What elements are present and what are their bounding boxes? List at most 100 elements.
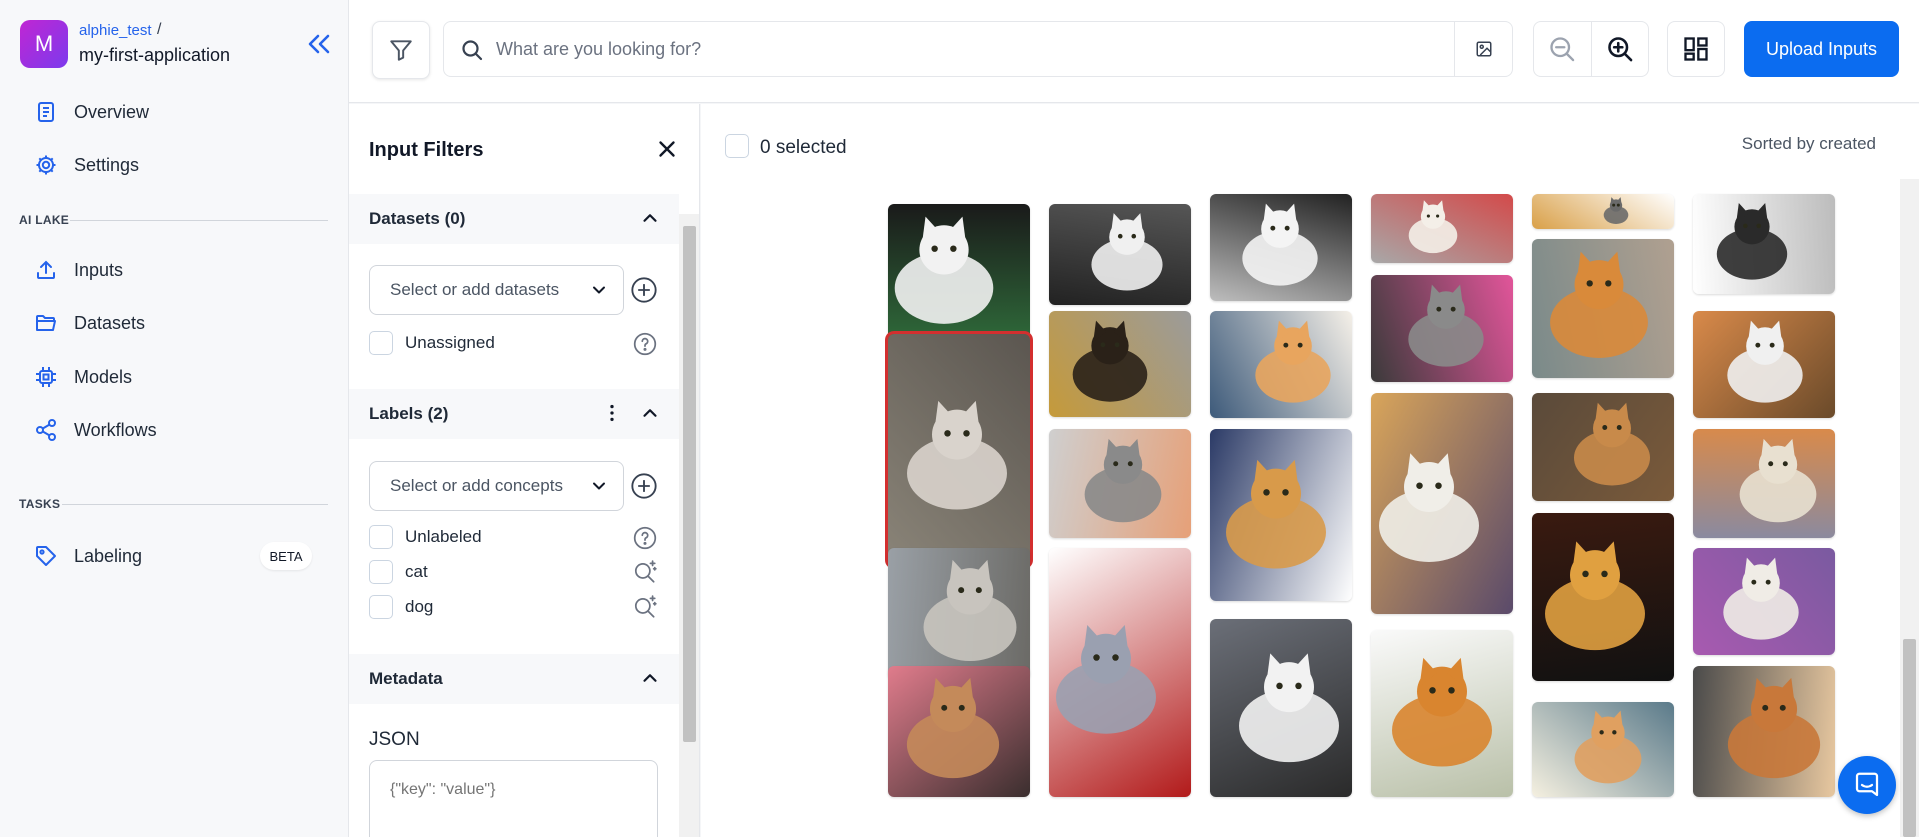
scrollbar-thumb[interactable] (683, 226, 696, 742)
cat-photo-icon (1716, 203, 1788, 280)
input-thumbnail[interactable] (1532, 393, 1674, 501)
zoom-in-button[interactable] (1592, 22, 1649, 76)
scrollbar-thumb[interactable] (1903, 639, 1916, 837)
input-thumbnail[interactable] (1532, 702, 1674, 797)
input-thumbnail[interactable] (1371, 393, 1513, 614)
input-thumbnail[interactable] (1049, 429, 1191, 538)
nav-settings[interactable]: Settings (34, 149, 139, 181)
nav-datasets[interactable]: Datasets (34, 307, 145, 339)
input-thumbnail[interactable] (1049, 311, 1191, 417)
document-icon (34, 100, 58, 124)
add-dataset-button[interactable] (630, 276, 658, 304)
cat-photo-icon (1727, 677, 1821, 779)
input-thumbnail[interactable] (1210, 194, 1352, 301)
nav-workflows[interactable]: Workflows (34, 414, 157, 446)
checkbox-label: cat (405, 562, 428, 581)
input-thumbnail[interactable] (1371, 630, 1513, 797)
help-icon[interactable] (632, 525, 658, 551)
input-thumbnail[interactable] (888, 666, 1030, 797)
nav-models[interactable]: Models (34, 361, 132, 393)
input-thumbnail[interactable] (885, 331, 1033, 569)
select-all-checkbox[interactable] (725, 134, 749, 158)
checkbox[interactable] (369, 331, 393, 355)
section-divider (62, 504, 328, 505)
labels-section-header[interactable]: Labels (2) (349, 389, 679, 439)
nav-label: Inputs (74, 259, 124, 280)
input-thumbnail[interactable] (1693, 429, 1835, 538)
image-search-button[interactable] (1454, 22, 1512, 76)
close-icon[interactable] (654, 136, 680, 162)
cat-checkbox[interactable]: cat (369, 560, 428, 584)
magic-search-icon[interactable] (632, 559, 658, 585)
upload-inputs-button[interactable]: Upload Inputs (1744, 21, 1899, 77)
nav-inputs[interactable]: Inputs (34, 254, 123, 286)
add-concept-button[interactable] (630, 472, 658, 500)
metadata-section-header[interactable]: Metadata (349, 654, 679, 704)
nav-overview[interactable]: Overview (34, 96, 149, 128)
support-chat-button[interactable] (1838, 756, 1896, 814)
cat-photo-icon (1242, 203, 1318, 286)
section-tasks: TASKS (19, 497, 61, 511)
search-input[interactable] (496, 30, 1426, 68)
chevron-up-icon[interactable] (639, 667, 661, 689)
image-icon (1475, 40, 1493, 58)
cat-photo-icon (1072, 320, 1148, 402)
dataset-select[interactable]: Select or add datasets (369, 265, 624, 315)
input-thumbnail[interactable] (1371, 194, 1513, 263)
datasets-section-header[interactable]: Datasets (0) (349, 194, 679, 244)
input-thumbnail[interactable] (1049, 548, 1191, 797)
sidebar: M alphie_test / my-first-application Ove… (0, 0, 349, 837)
input-thumbnail[interactable] (1532, 513, 1674, 681)
top-toolbar: Upload Inputs (349, 0, 1919, 103)
cat-photo-icon (1573, 402, 1651, 486)
checkbox-label: dog (405, 597, 434, 616)
cat-photo-icon (1603, 197, 1629, 224)
nav-labeling[interactable]: Labeling (34, 540, 142, 572)
input-thumbnail[interactable] (1693, 311, 1835, 418)
input-thumbnail[interactable] (1693, 666, 1835, 797)
sort-indicator[interactable]: Sorted by created (1742, 134, 1876, 154)
cat-photo-icon (906, 677, 1000, 779)
checkbox[interactable] (369, 560, 393, 584)
gear-icon (34, 153, 58, 177)
chevron-up-icon[interactable] (639, 207, 661, 229)
input-thumbnail[interactable] (1693, 548, 1835, 655)
input-thumbnail[interactable] (1210, 429, 1352, 601)
magic-search-icon[interactable] (632, 594, 658, 620)
input-thumbnail[interactable] (1210, 311, 1352, 418)
layout-toggle-button[interactable] (1667, 21, 1725, 77)
checkbox[interactable] (369, 595, 393, 619)
input-thumbnail[interactable] (888, 204, 1030, 344)
input-thumbnail[interactable] (1532, 239, 1674, 378)
concept-select[interactable]: Select or add concepts (369, 461, 624, 511)
cat-photo-icon (1550, 251, 1648, 358)
zoom-out-button[interactable] (1534, 22, 1592, 76)
username-link[interactable]: alphie_test (79, 22, 152, 39)
gallery-scrollbar[interactable] (1900, 179, 1919, 837)
input-thumbnail[interactable] (1693, 194, 1835, 294)
unlabeled-checkbox[interactable]: Unlabeled (369, 525, 482, 549)
metadata-json-input[interactable] (369, 760, 658, 837)
input-thumbnail[interactable] (888, 548, 1030, 680)
input-thumbnail[interactable] (1532, 194, 1674, 229)
unassigned-checkbox[interactable]: Unassigned (369, 331, 495, 355)
chevron-up-icon[interactable] (639, 402, 661, 424)
nav-label: Labeling (74, 545, 143, 566)
help-icon[interactable] (632, 331, 658, 357)
checkbox[interactable] (369, 525, 393, 549)
checkbox-label: Unassigned (405, 333, 495, 352)
select-placeholder: Select or add concepts (390, 476, 563, 495)
cat-photo-icon (1739, 438, 1817, 523)
input-thumbnail[interactable] (1210, 619, 1352, 797)
app-avatar[interactable]: M (20, 20, 68, 68)
filter-toggle-button[interactable] (372, 21, 430, 79)
collapse-sidebar-icon[interactable] (304, 30, 334, 58)
search-icon (460, 38, 484, 62)
more-options-icon[interactable] (601, 402, 623, 424)
input-thumbnail[interactable] (1371, 275, 1513, 382)
input-thumbnail[interactable] (1049, 204, 1191, 305)
nav-label: Settings (74, 154, 140, 175)
dog-checkbox[interactable]: dog (369, 595, 433, 619)
beta-badge: BETA (260, 542, 312, 570)
filters-scrollbar[interactable] (679, 214, 699, 837)
